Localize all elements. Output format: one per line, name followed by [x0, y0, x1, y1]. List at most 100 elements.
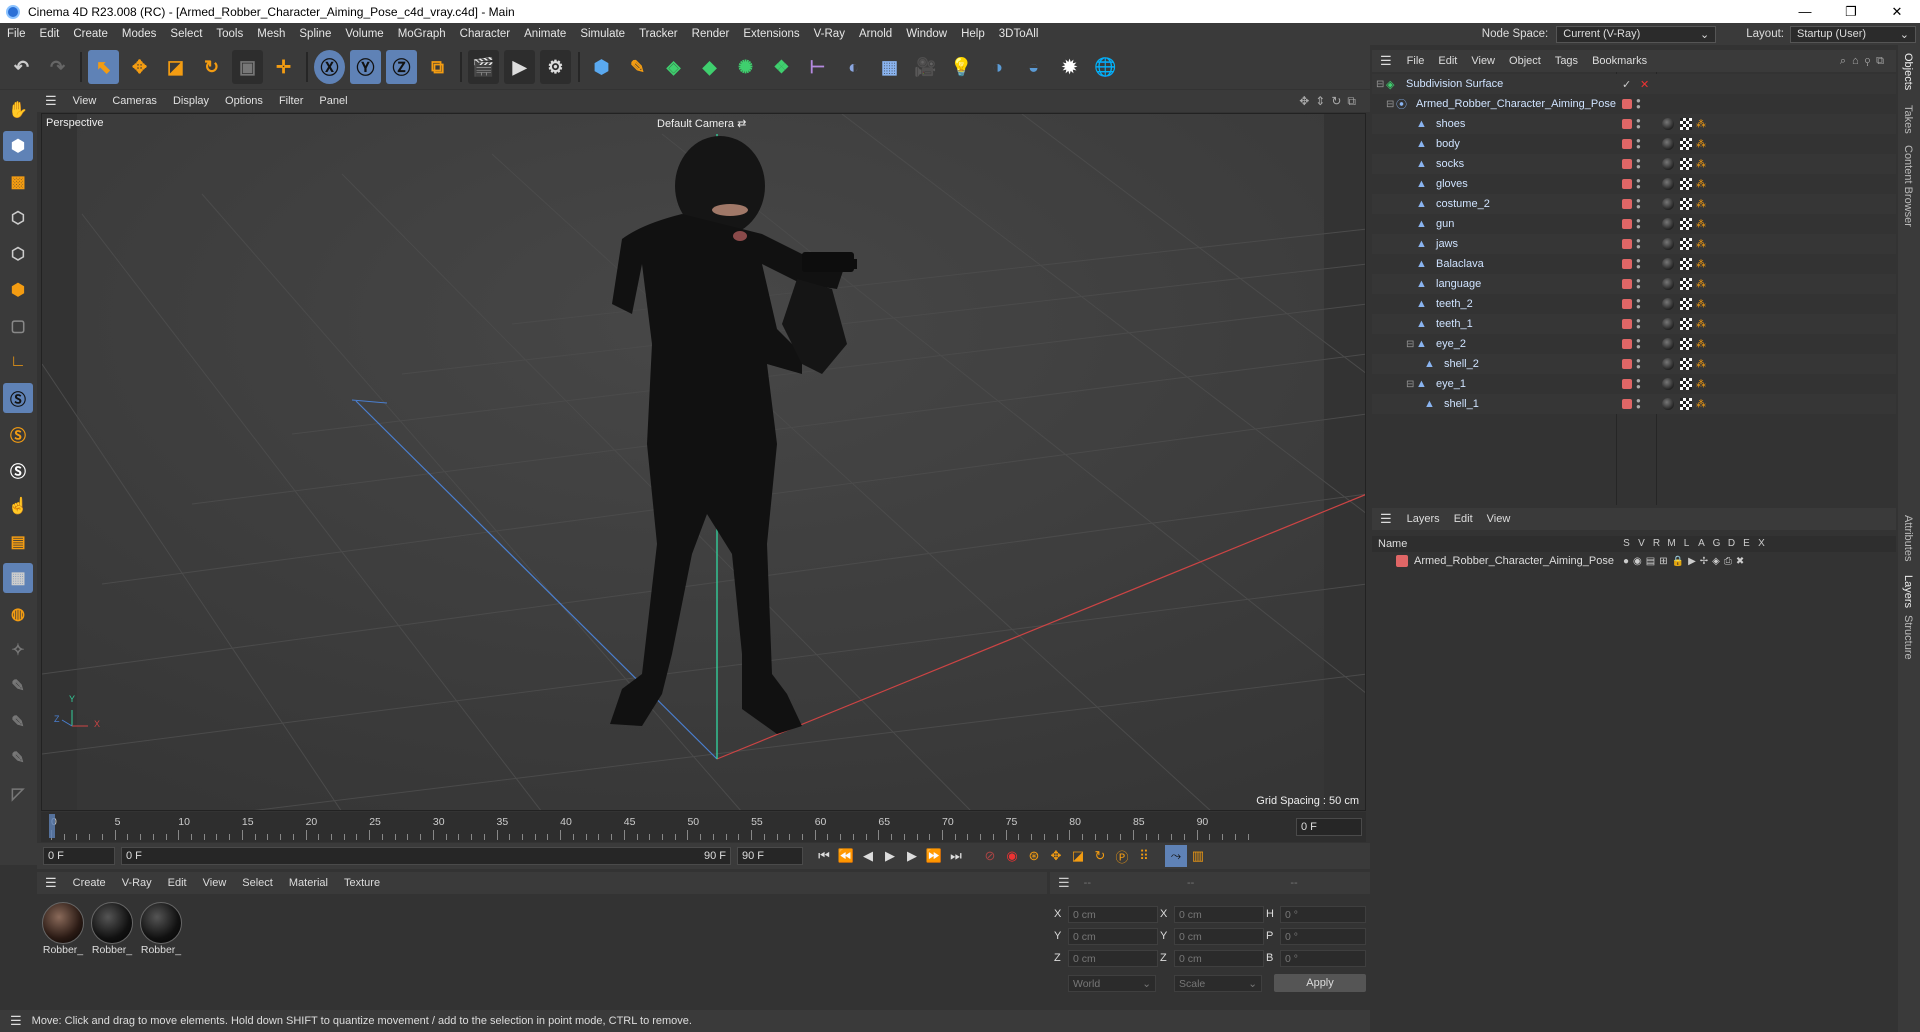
phong-tag-icon[interactable]: ⁂	[1696, 279, 1706, 290]
pen-spline-icon[interactable]: ✎	[622, 50, 653, 84]
layer-color-swatch[interactable]	[1396, 555, 1408, 567]
menu-character[interactable]: Character	[453, 28, 518, 40]
visibility-dots-icon[interactable]: ● ●	[1636, 117, 1641, 131]
polygons-mode-icon[interactable]: ⬢	[3, 275, 33, 305]
zoom-view-icon[interactable]: ⇕	[1315, 94, 1331, 108]
vray-material-tag-icon[interactable]	[1662, 178, 1674, 190]
tab-structure[interactable]: Structure	[1902, 615, 1914, 660]
layer-color-tag[interactable]	[1622, 279, 1632, 289]
subdivision-generator-icon[interactable]: ◈	[658, 50, 689, 84]
node-space-dropdown[interactable]: Current (V-Ray) ⌄	[1556, 25, 1717, 43]
object-row[interactable]: ▲ shell_2 ● ● ⁂	[1372, 354, 1896, 374]
menu-mograph[interactable]: MoGraph	[391, 28, 453, 40]
make-editable-icon[interactable]: ✋	[3, 95, 33, 125]
layer-menu-edit[interactable]: Edit	[1447, 513, 1480, 525]
uvw-tag-icon[interactable]	[1680, 258, 1692, 270]
vray-material-tag-icon[interactable]	[1662, 378, 1674, 390]
viewport-camera-label[interactable]: Default Camera ⇄	[657, 117, 746, 130]
viewport-menu-cameras[interactable]: Cameras	[104, 95, 165, 107]
phong-tag-icon[interactable]: ⁂	[1696, 219, 1706, 230]
visibility-dots-icon[interactable]: ● ●	[1636, 257, 1641, 271]
frame-range-slider[interactable]: 0 F 90 F	[121, 847, 731, 865]
close-button[interactable]: ✕	[1874, 0, 1920, 23]
maximize-view-icon[interactable]: ⧉	[1347, 94, 1362, 108]
object-row[interactable]: ▲ jaws ● ● ⁂	[1372, 234, 1896, 254]
object-menu-edit[interactable]: Edit	[1431, 55, 1464, 67]
visibility-dots-icon[interactable]: ● ●	[1636, 197, 1641, 211]
phong-tag-icon[interactable]: ⁂	[1696, 179, 1706, 190]
uvw-tag-icon[interactable]	[1680, 138, 1692, 150]
dopesheet-icon[interactable]: ▥	[1187, 845, 1209, 867]
key-rotation-icon[interactable]: ↻	[1089, 845, 1111, 867]
menu-tools[interactable]: Tools	[209, 28, 250, 40]
coordinate-system-button[interactable]: ⧉	[422, 50, 453, 84]
solo-icon[interactable]: ◍	[3, 599, 33, 629]
workplane-snap-icon[interactable]: Ⓢ	[3, 455, 33, 485]
phong-tag-icon[interactable]: ⁂	[1696, 199, 1706, 210]
filter-icon[interactable]: ⚲	[1865, 55, 1876, 67]
visibility-dots-icon[interactable]: ● ●	[1636, 217, 1641, 231]
material-swatch[interactable]: Robber_	[90, 902, 134, 956]
transform-tool-button[interactable]: ✛	[268, 50, 299, 84]
deformer-icon[interactable]: ◈	[1712, 556, 1724, 567]
visible-eye-icon[interactable]: ◉	[1633, 556, 1646, 567]
material-menu-create[interactable]: Create	[65, 877, 114, 889]
z-axis-lock-button[interactable]: Ⓩ	[386, 50, 417, 84]
visibility-dots-icon[interactable]: ● ●	[1636, 237, 1641, 251]
texture-mode-icon[interactable]: ▩	[3, 167, 33, 197]
layer-color-tag[interactable]	[1622, 259, 1632, 269]
menu-mesh[interactable]: Mesh	[250, 28, 292, 40]
expand-toggle-icon[interactable]: ⊟	[1376, 79, 1386, 90]
uvw-tag-icon[interactable]	[1680, 178, 1692, 190]
rotation-b-field[interactable]: 0 °	[1280, 950, 1366, 967]
phong-tag-icon[interactable]: ⁂	[1696, 299, 1706, 310]
material-menu-vray[interactable]: V-Ray	[114, 877, 160, 889]
layer-menu-layers[interactable]: Layers	[1400, 513, 1447, 525]
menu-vray[interactable]: V-Ray	[807, 28, 852, 40]
vray-material-tag-icon[interactable]	[1662, 218, 1674, 230]
object-menu-tags[interactable]: Tags	[1548, 55, 1585, 67]
undo-button[interactable]: ↶	[6, 50, 37, 84]
hamburger-icon[interactable]: ☰	[37, 93, 65, 109]
menu-help[interactable]: Help	[954, 28, 992, 40]
tab-takes[interactable]: Takes	[1902, 105, 1914, 134]
material-menu-edit[interactable]: Edit	[160, 877, 195, 889]
viewport-menu-view[interactable]: View	[65, 95, 105, 107]
render-region-button[interactable]: 🎬	[468, 50, 499, 84]
menu-create[interactable]: Create	[66, 28, 115, 40]
uvw-tag-icon[interactable]	[1680, 218, 1692, 230]
object-row[interactable]: ▲ body ● ● ⁂	[1372, 134, 1896, 154]
menu-simulate[interactable]: Simulate	[573, 28, 632, 40]
vray-material-tag-icon[interactable]	[1662, 318, 1674, 330]
uvw-tag-icon[interactable]	[1680, 338, 1692, 350]
phong-tag-icon[interactable]: ⁂	[1696, 359, 1706, 370]
object-menu-bookmarks[interactable]: Bookmarks	[1585, 55, 1654, 67]
visibility-dots-icon[interactable]: ● ●	[1636, 157, 1641, 171]
rotation-p-field[interactable]: 0 °	[1280, 928, 1366, 945]
python-icon[interactable]: ◑	[982, 50, 1013, 84]
layer-color-tag[interactable]	[1622, 239, 1632, 249]
vray-material-tag-icon[interactable]	[1662, 198, 1674, 210]
position-z-field[interactable]: 0 cm	[1068, 950, 1158, 967]
uvw-tag-icon[interactable]	[1680, 158, 1692, 170]
layer-color-tag[interactable]	[1622, 159, 1632, 169]
hamburger-icon[interactable]: ☰	[1372, 511, 1400, 527]
bevel-icon[interactable]: ◸	[3, 779, 33, 809]
key-scale-icon[interactable]: ◪	[1067, 845, 1089, 867]
visibility-dots-icon[interactable]: ● ●	[1636, 277, 1641, 291]
edges-mode-icon[interactable]: ⬡	[3, 239, 33, 269]
layer-menu-view[interactable]: View	[1480, 513, 1518, 525]
minimize-button[interactable]: —	[1782, 0, 1828, 23]
lock-icon[interactable]: 🔒	[1672, 556, 1688, 567]
hamburger-icon[interactable]: ☰	[37, 875, 65, 891]
timeline-mode-icon[interactable]: ⤳	[1165, 845, 1187, 867]
deformer-icon[interactable]: ⊢	[802, 50, 833, 84]
next-frame-button[interactable]: ▶	[901, 845, 923, 867]
menu-arnold[interactable]: Arnold	[852, 28, 899, 40]
object-row[interactable]: ▲ Balaclava ● ● ⁂	[1372, 254, 1896, 274]
position-x-field[interactable]: 0 cm	[1068, 906, 1158, 923]
vray-material-tag-icon[interactable]	[1662, 258, 1674, 270]
vray-material-tag-icon[interactable]	[1662, 238, 1674, 250]
layer-color-tag[interactable]	[1622, 179, 1632, 189]
object-row[interactable]: ▲ teeth_2 ● ● ⁂	[1372, 294, 1896, 314]
